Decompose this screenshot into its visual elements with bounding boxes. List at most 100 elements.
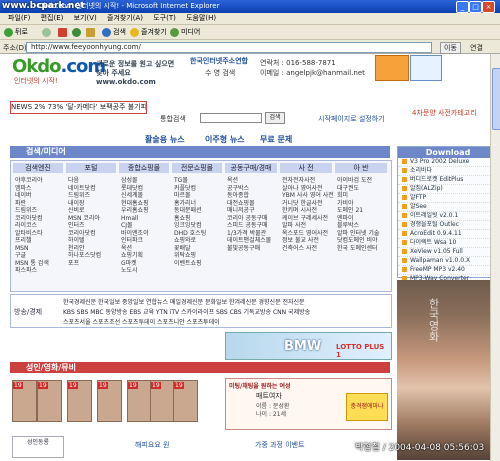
list-item[interactable]: 스피드 공동구매	[227, 222, 271, 230]
search-button[interactable]: 검색	[102, 27, 126, 37]
list-item[interactable]: 전자전자사전	[282, 177, 334, 185]
list-item[interactable]: 홈쇼핑	[174, 215, 206, 223]
list-item[interactable]: 다음	[68, 177, 101, 185]
maximize-icon[interactable]: □	[469, 1, 482, 13]
list-item[interactable]: 꽃배달	[174, 245, 206, 253]
list-item[interactable]: 내이장	[68, 200, 101, 208]
list-item[interactable]: 알파 사전	[282, 222, 334, 230]
list-item[interactable]: 살아나 영어사전	[282, 185, 334, 193]
download-item[interactable]: 이트레일빗 v2.0.1	[398, 212, 498, 221]
list-item[interactable]: 바이엔조이	[121, 230, 149, 238]
list-item[interactable]: 옥션	[227, 177, 271, 185]
thumb-2[interactable]: 19	[37, 380, 62, 422]
download-item[interactable]: 버디드로켓 EditPlus	[398, 176, 498, 185]
list-item[interactable]: 하나포스닷컴	[68, 252, 101, 260]
press-line-broadcast[interactable]: KBS SBS MBC 동양방송 EBS 교육 YTN iTV 스카이라이프 S…	[63, 307, 388, 316]
search-submit-button[interactable]: 검색	[265, 112, 285, 124]
promo-badge-1[interactable]	[375, 55, 409, 81]
chat-ad[interactable]: 미팅/채팅을 원하는 여성 매트여자 이름 : 문성환 나이 : 21세 충격잼…	[225, 378, 392, 430]
list-item[interactable]: MSN 통 검색	[15, 260, 49, 268]
list-item[interactable]: MSN	[15, 245, 49, 253]
list-item[interactable]: 우리홈쇼핑	[121, 207, 149, 215]
list-item[interactable]: 블루박스	[337, 222, 379, 230]
bmw-banner[interactable]: BMW LOTTO PLUS 1	[225, 332, 392, 360]
download-item[interactable]: 다이렉트 Wsa 10	[398, 239, 498, 248]
list-item[interactable]: 드림위즈	[68, 192, 101, 200]
home-button[interactable]	[86, 27, 97, 37]
list-item[interactable]: 닷컴도메인 비야	[337, 237, 379, 245]
list-item[interactable]: 코리아닷컴	[68, 230, 101, 238]
list-item[interactable]: 건축어스 사전	[282, 245, 334, 253]
menu-tools[interactable]: 도구(T)	[153, 13, 176, 24]
search-input[interactable]	[200, 113, 262, 123]
list-item[interactable]: 삼성몰	[121, 177, 149, 185]
list-item[interactable]: 천리안	[68, 245, 101, 253]
thumb-1[interactable]: 19	[12, 380, 37, 422]
download-item[interactable]: 알집(ALZip)	[398, 185, 498, 194]
download-item[interactable]: XeView v1.05 Full	[398, 248, 498, 257]
list-item[interactable]: 한국 도메인센터	[337, 245, 379, 253]
list-item[interactable]: 야후코리아	[15, 177, 49, 185]
media-button[interactable]: 미디어	[170, 27, 200, 37]
list-item[interactable]: 인터파크	[121, 237, 149, 245]
featured-photo[interactable]: 한국영화	[397, 280, 497, 460]
list-item[interactable]: 네이트닷컴	[68, 185, 101, 193]
list-item[interactable]: 공구박스	[227, 185, 271, 193]
list-item[interactable]: 동아종합	[227, 192, 271, 200]
footer-mid-link[interactable]: 해피요요 원	[135, 440, 169, 450]
list-item[interactable]: 구글	[15, 252, 49, 260]
download-item[interactable]: 소리바다	[398, 167, 498, 176]
menu-help[interactable]: 도움말(H)	[186, 13, 216, 24]
thumb-4[interactable]: 19	[97, 380, 122, 422]
list-item[interactable]: CJ몰	[121, 222, 149, 230]
list-item[interactable]: 알타비스타	[15, 230, 49, 238]
press-line-news[interactable]: 한국경제신문 한국일보 중앙일보 연합뉴스 매일경제신문 문화일보 한겨레신문 …	[63, 297, 388, 306]
list-item[interactable]: 위탁쇼핑	[174, 252, 206, 260]
list-item[interactable]: 대구권도	[337, 185, 379, 193]
scrollbar-thumb[interactable]	[492, 68, 500, 130]
menu-favorites[interactable]: 즐겨찾기(A)	[107, 13, 143, 24]
list-item[interactable]: 엠파스	[15, 185, 49, 193]
list-item[interactable]: DHD 호스팅	[174, 230, 206, 238]
list-item[interactable]: YBM 사사 영어 사전	[282, 192, 334, 200]
download-item[interactable]: 알FTP	[398, 194, 498, 203]
list-item[interactable]: 네이버	[15, 192, 49, 200]
download-item[interactable]: AcroEdit 0.9.4.11	[398, 230, 498, 239]
list-item[interactable]: 신세계몰	[121, 192, 149, 200]
side-ad-text[interactable]: 4차문양 사전카테고리	[412, 108, 477, 118]
list-item[interactable]: 정보 불교 사전	[282, 237, 334, 245]
download-item[interactable]: 경쟁을포털 Outlec	[398, 221, 498, 230]
list-item[interactable]: 알파 인터넷 기술	[337, 230, 379, 238]
site-logo[interactable]: Okdo.com	[12, 56, 106, 77]
list-item[interactable]: 파란	[15, 200, 49, 208]
favorites-button[interactable]: 즐겨찾기	[130, 27, 167, 37]
list-item[interactable]: 파스파스	[15, 267, 49, 275]
list-item[interactable]: 희미	[337, 192, 379, 200]
address-input[interactable]: http://www.feeyoonhyung.com/	[26, 42, 432, 53]
list-item[interactable]: 불빛공동구매	[227, 245, 271, 253]
thumb-7[interactable]: 19	[173, 380, 198, 422]
list-item[interactable]: 케이브 구레세사전	[282, 215, 334, 223]
list-item[interactable]: 1/3가격 박물관	[227, 230, 271, 238]
list-item[interactable]: 라이코스	[15, 222, 49, 230]
list-item[interactable]: Hmall	[121, 215, 149, 223]
list-item[interactable]: 하이텔	[68, 237, 101, 245]
forward-button[interactable]	[42, 27, 53, 37]
download-item[interactable]: V3 Pro 2002 Deluxe	[398, 158, 498, 167]
minimize-icon[interactable]: _	[456, 1, 469, 13]
download-item[interactable]: Wallpaman v1.0.0.X	[398, 257, 498, 266]
footer-left-box[interactable]: 성인동룡	[12, 436, 64, 458]
menu-edit[interactable]: 편집(E)	[41, 13, 64, 24]
list-item[interactable]: 옥션	[121, 245, 149, 253]
list-item[interactable]: 매니저공구	[227, 207, 271, 215]
list-item[interactable]: 엔파이	[337, 215, 379, 223]
list-item[interactable]: G마켓	[121, 260, 149, 268]
menu-view[interactable]: 보기(V)	[74, 13, 97, 24]
list-item[interactable]: 가비아	[337, 200, 379, 208]
list-item[interactable]: 동대문패션	[174, 207, 206, 215]
links-label[interactable]: 연결	[470, 43, 483, 53]
list-item[interactable]: 쇼핑와로	[174, 237, 206, 245]
list-item[interactable]: 커플닷컴	[174, 185, 206, 193]
press-line-sports[interactable]: 스포츠서울 스포츠조선 스포츠투데이 스포츠니안 스포츠투데이	[63, 317, 388, 326]
list-item[interactable]: 신비로	[68, 207, 101, 215]
